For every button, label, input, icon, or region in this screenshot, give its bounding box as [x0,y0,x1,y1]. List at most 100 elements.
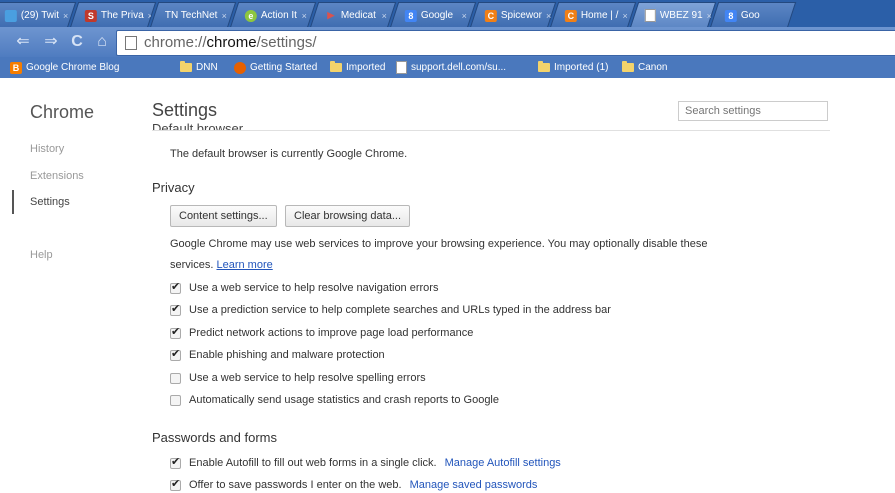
tab-title: The Priva [100,10,144,21]
privacy-option[interactable]: Predict network actions to improve page … [170,325,473,339]
search-input[interactable] [678,101,828,121]
option-label: Offer to save passwords I enter on the w… [189,479,402,491]
privacy-option[interactable]: Automatically send usage statistics and … [170,394,499,406]
folder-icon [622,61,634,72]
privacy-option[interactable]: Enable phishing and malware protection [170,347,385,361]
folder-icon [330,61,342,72]
page-icon [644,9,656,22]
option-label: Enable phishing and malware protection [189,349,385,361]
manage-autofill-link[interactable]: Manage Autofill settings [445,457,561,469]
option-label: Use a web service to help resolve naviga… [189,282,439,294]
medicat-icon: ▶ [327,10,335,20]
tab-title: Action It [260,10,297,21]
bookmark-folder[interactable]: Imported [330,60,385,75]
tab-title: Home | / [580,10,619,21]
tab-title: TN TechNet [164,10,218,21]
autofill-option[interactable]: Enable Autofill to fill out web forms in… [170,455,561,469]
privacy-description-cont: services. Learn more [170,259,273,271]
tab-8[interactable]: C Home | / × [549,2,637,27]
sidebar-item-extensions[interactable]: Extensions [30,170,84,182]
privacy-option[interactable]: Use a web service to help resolve naviga… [170,280,439,294]
tab-7[interactable]: C Spicewor × [469,2,557,27]
close-icon[interactable]: × [302,11,307,21]
tab-1[interactable]: (29) Twit × [0,2,77,27]
spiceworks-icon: C [484,9,497,22]
checkbox-unchecked[interactable] [170,394,181,406]
firefox-icon [234,61,246,74]
page-icon [396,61,407,74]
s-logo-icon: S [84,9,97,22]
privacy-description: Google Chrome may use web services to im… [170,238,708,250]
clear-browsing-data-button[interactable]: Clear browsing data... [285,205,410,227]
bookmark-folder[interactable]: DNN [180,60,218,75]
option-label: Enable Autofill to fill out web forms in… [189,457,437,469]
sidebar-title: Chrome [30,102,95,122]
google-plus-icon: 8 [404,9,417,22]
checkbox-checked[interactable] [170,347,181,361]
tab-3[interactable]: TN TechNet × [149,2,237,27]
close-icon[interactable]: × [382,11,387,21]
privacy-heading: Privacy [152,180,195,195]
google-plus-icon: 8 [724,9,737,22]
save-passwords-option[interactable]: Offer to save passwords I enter on the w… [170,477,538,491]
url-text: chrome://chrome/settings/ [144,34,317,51]
folder-icon [180,61,192,72]
active-indicator [12,190,14,214]
checkbox-checked[interactable] [170,280,181,294]
close-icon[interactable]: × [148,11,151,21]
tab-4[interactable]: e Action It × [229,2,317,27]
bookmark-label: Imported (1) [554,62,609,73]
close-icon[interactable]: × [546,11,551,21]
action-icon: e [244,9,257,22]
checkbox-checked[interactable] [170,325,181,339]
bookmark-label: Getting Started [250,62,318,73]
back-arrow-icon[interactable]: ⇐ [14,33,32,51]
option-label: Use a prediction service to help complet… [189,304,611,316]
checkbox-checked[interactable] [170,455,181,469]
home-icon[interactable]: ⌂ [93,33,111,51]
tab-title: Medicat [340,10,376,21]
privacy-option[interactable]: Use a web service to help resolve spelli… [170,372,426,384]
sidebar-item-history[interactable]: History [30,143,64,155]
sidebar-item-settings[interactable]: Settings [30,196,70,208]
tab-10[interactable]: 8 Goo [709,2,797,27]
reload-icon[interactable]: C [68,33,86,51]
close-icon[interactable]: × [622,11,627,21]
close-icon[interactable]: × [63,11,68,21]
checkbox-checked[interactable] [170,477,181,491]
close-icon[interactable]: × [462,11,467,21]
content-settings-button[interactable]: Content settings... [170,205,277,227]
address-bar[interactable]: chrome://chrome/settings/ [116,30,895,56]
tab-9[interactable]: WBEZ 91 × [629,2,717,27]
tab-title: Google [420,10,454,21]
passwords-heading: Passwords and forms [152,430,277,445]
default-browser-heading: Default browser [152,123,243,130]
sidebar-item-help[interactable]: Help [30,249,53,261]
forward-arrow-icon[interactable]: ⇒ [42,33,60,51]
tab-title: (29) Twit [20,10,60,21]
tab-title: WBEZ 91 [659,10,703,21]
bookmark-label: Canon [638,62,668,73]
tab-2[interactable]: S The Priva × [69,2,157,27]
header-divider [152,130,830,131]
bookmark-item[interactable]: B Google Chrome Blog [10,60,119,75]
browser-toolbar: ⇐ ⇒ C ⌂ chrome://chrome/settings/ [0,27,895,57]
manage-passwords-link[interactable]: Manage saved passwords [410,479,538,491]
close-icon[interactable]: × [707,11,711,21]
bookmarks-bar: B Google Chrome Blog DNN Getting Started … [0,57,895,78]
close-icon[interactable]: × [222,11,227,21]
bookmark-folder[interactable]: Canon [622,60,667,75]
checkbox-unchecked[interactable] [170,372,181,384]
bookmark-item[interactable]: support.dell.com/su... [396,60,506,75]
learn-more-link[interactable]: Learn more [216,259,272,271]
home-site-icon: C [564,9,577,22]
folder-icon [538,61,550,72]
bookmark-item[interactable]: Getting Started [234,60,317,75]
tab-title: Goo [740,10,760,21]
tab-6[interactable]: 8 Google × [389,2,477,27]
bookmark-folder[interactable]: Imported (1) [538,60,608,75]
tab-title: Spicewor [500,10,542,21]
privacy-option[interactable]: Use a prediction service to help complet… [170,302,611,316]
tab-5[interactable]: ▶ Medicat × [309,2,397,27]
checkbox-checked[interactable] [170,302,181,316]
